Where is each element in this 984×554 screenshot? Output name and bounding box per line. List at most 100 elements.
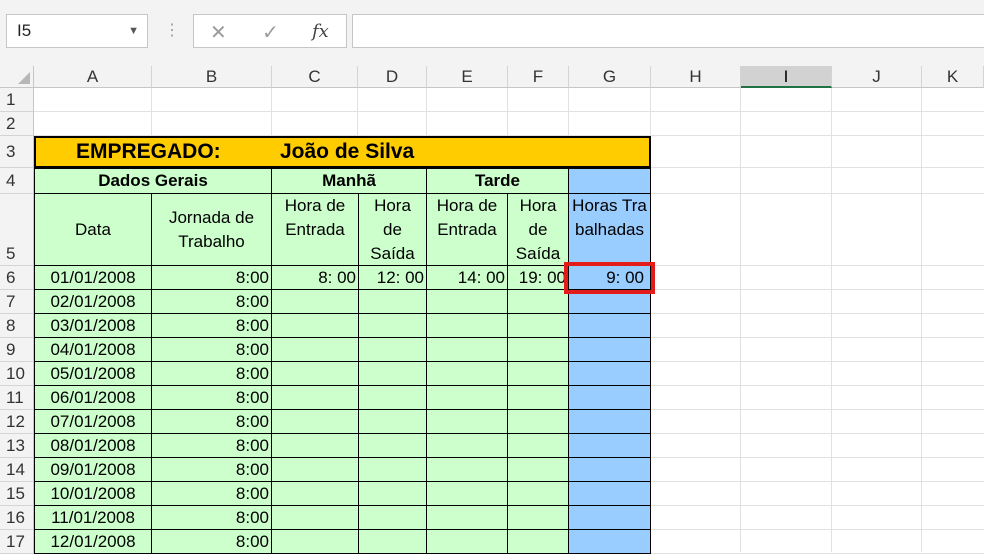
- cell-horas-trabalhadas[interactable]: [568, 529, 651, 554]
- column-header-e[interactable]: E: [427, 66, 508, 88]
- cell-saida-manha[interactable]: [358, 457, 427, 482]
- cell-jornada[interactable]: 8:00: [151, 529, 272, 554]
- row-header-1[interactable]: 1: [0, 88, 34, 112]
- enter-icon[interactable]: ✓: [262, 20, 279, 45]
- column-header-i[interactable]: I: [741, 66, 832, 88]
- cell-saida-tarde[interactable]: [507, 313, 569, 338]
- cell-horas-trabalhadas[interactable]: [568, 457, 651, 482]
- header-jornada[interactable]: Jornada de Trabalho: [151, 193, 272, 266]
- group-horas-blank[interactable]: [568, 168, 651, 194]
- cell-saida-manha[interactable]: [358, 529, 427, 554]
- cell-saida-tarde[interactable]: [507, 289, 569, 314]
- cell-date[interactable]: 09/01/2008: [34, 457, 152, 482]
- cell-entrada-manha[interactable]: [271, 529, 359, 554]
- row-header-16[interactable]: 16: [0, 506, 34, 530]
- row-header-7[interactable]: 7: [0, 290, 34, 314]
- cell-entrada-tarde[interactable]: [426, 409, 508, 434]
- cell-jornada[interactable]: 8:00: [151, 409, 272, 434]
- cell-saida-tarde[interactable]: [507, 433, 569, 458]
- column-header-j[interactable]: J: [832, 66, 922, 88]
- cell-saida-tarde[interactable]: 19: 00: [507, 265, 569, 290]
- cell-horas-trabalhadas[interactable]: [568, 409, 651, 434]
- drag-handle-icon[interactable]: ⋮: [164, 20, 180, 40]
- cell-jornada[interactable]: 8:00: [151, 337, 272, 362]
- header-saida-manha[interactable]: Hora de Saída: [358, 193, 427, 266]
- row-header-5[interactable]: 5: [0, 194, 34, 266]
- cell-entrada-manha[interactable]: [271, 409, 359, 434]
- column-header-g[interactable]: G: [569, 66, 651, 88]
- cell-entrada-tarde[interactable]: [426, 433, 508, 458]
- cell-saida-tarde[interactable]: [507, 505, 569, 530]
- cell-date[interactable]: 03/01/2008: [34, 313, 152, 338]
- cell-saida-manha[interactable]: [358, 289, 427, 314]
- cell-saida-tarde[interactable]: [507, 337, 569, 362]
- cell-entrada-manha[interactable]: [271, 313, 359, 338]
- column-header-f[interactable]: F: [508, 66, 569, 88]
- header-entrada-manha[interactable]: Hora de Entrada: [271, 193, 359, 266]
- column-header-k[interactable]: K: [922, 66, 984, 88]
- row-header-15[interactable]: 15: [0, 482, 34, 506]
- cell-jornada[interactable]: 8:00: [151, 313, 272, 338]
- column-header-d[interactable]: D: [358, 66, 427, 88]
- row-header-2[interactable]: 2: [0, 112, 34, 136]
- cell-date[interactable]: 07/01/2008: [34, 409, 152, 434]
- header-horas-trabalhadas[interactable]: Horas Trabalhadas: [568, 193, 651, 266]
- cell-entrada-manha[interactable]: [271, 505, 359, 530]
- cell-saida-tarde[interactable]: [507, 529, 569, 554]
- cell-entrada-tarde[interactable]: 14: 00: [426, 265, 508, 290]
- cell-date[interactable]: 10/01/2008: [34, 481, 152, 506]
- row-header-14[interactable]: 14: [0, 458, 34, 482]
- insert-function-icon[interactable]: fx: [312, 21, 329, 42]
- cell-saida-tarde[interactable]: [507, 361, 569, 386]
- cell-saida-manha[interactable]: 12: 00: [358, 265, 427, 290]
- cell-entrada-manha[interactable]: [271, 457, 359, 482]
- cell-date[interactable]: 04/01/2008: [34, 337, 152, 362]
- formula-input[interactable]: [352, 14, 984, 48]
- cell-saida-tarde[interactable]: [507, 385, 569, 410]
- cell-saida-manha[interactable]: [358, 481, 427, 506]
- cell-entrada-tarde[interactable]: [426, 481, 508, 506]
- employee-title-row[interactable]: EMPREGADO: João de Silva: [34, 136, 651, 168]
- cell-horas-trabalhadas[interactable]: [568, 481, 651, 506]
- row-header-11[interactable]: 11: [0, 386, 34, 410]
- row-header-13[interactable]: 13: [0, 434, 34, 458]
- cell-jornada[interactable]: 8:00: [151, 385, 272, 410]
- row-header-6[interactable]: 6: [0, 266, 34, 290]
- column-header-h[interactable]: H: [651, 66, 741, 88]
- column-header-b[interactable]: B: [152, 66, 272, 88]
- cell-date[interactable]: 12/01/2008: [34, 529, 152, 554]
- cell-jornada[interactable]: 8:00: [151, 433, 272, 458]
- row-header-9[interactable]: 9: [0, 338, 34, 362]
- cell-entrada-manha[interactable]: [271, 433, 359, 458]
- row-header-17[interactable]: 17: [0, 530, 34, 554]
- cell-entrada-tarde[interactable]: [426, 289, 508, 314]
- cell-entrada-tarde[interactable]: [426, 385, 508, 410]
- cell-saida-tarde[interactable]: [507, 457, 569, 482]
- cell-entrada-tarde[interactable]: [426, 505, 508, 530]
- cell-saida-manha[interactable]: [358, 337, 427, 362]
- cell-horas-trabalhadas[interactable]: [568, 337, 651, 362]
- cell-date[interactable]: 05/01/2008: [34, 361, 152, 386]
- cell-date[interactable]: 06/01/2008: [34, 385, 152, 410]
- cell-entrada-manha[interactable]: [271, 289, 359, 314]
- cell-saida-manha[interactable]: [358, 385, 427, 410]
- cell-entrada-tarde[interactable]: [426, 337, 508, 362]
- cell-jornada[interactable]: 8:00: [151, 457, 272, 482]
- cell-saida-manha[interactable]: [358, 313, 427, 338]
- cell-entrada-manha[interactable]: [271, 385, 359, 410]
- cell-horas-trabalhadas[interactable]: [568, 505, 651, 530]
- cell-saida-manha[interactable]: [358, 505, 427, 530]
- row-header-8[interactable]: 8: [0, 314, 34, 338]
- cell-horas-trabalhadas[interactable]: [568, 385, 651, 410]
- header-saida-tarde[interactable]: Hora de Saída: [507, 193, 569, 266]
- cell-jornada[interactable]: 8:00: [151, 265, 272, 290]
- cell-horas-trabalhadas[interactable]: [568, 313, 651, 338]
- cell-entrada-manha[interactable]: 8: 00: [271, 265, 359, 290]
- cell-date[interactable]: 02/01/2008: [34, 289, 152, 314]
- cell-horas-trabalhadas[interactable]: [568, 361, 651, 386]
- cell-entrada-manha[interactable]: [271, 481, 359, 506]
- cell-entrada-manha[interactable]: [271, 361, 359, 386]
- cell-jornada[interactable]: 8:00: [151, 505, 272, 530]
- cancel-icon[interactable]: ✕: [210, 20, 227, 45]
- cell-horas-trabalhadas[interactable]: [568, 433, 651, 458]
